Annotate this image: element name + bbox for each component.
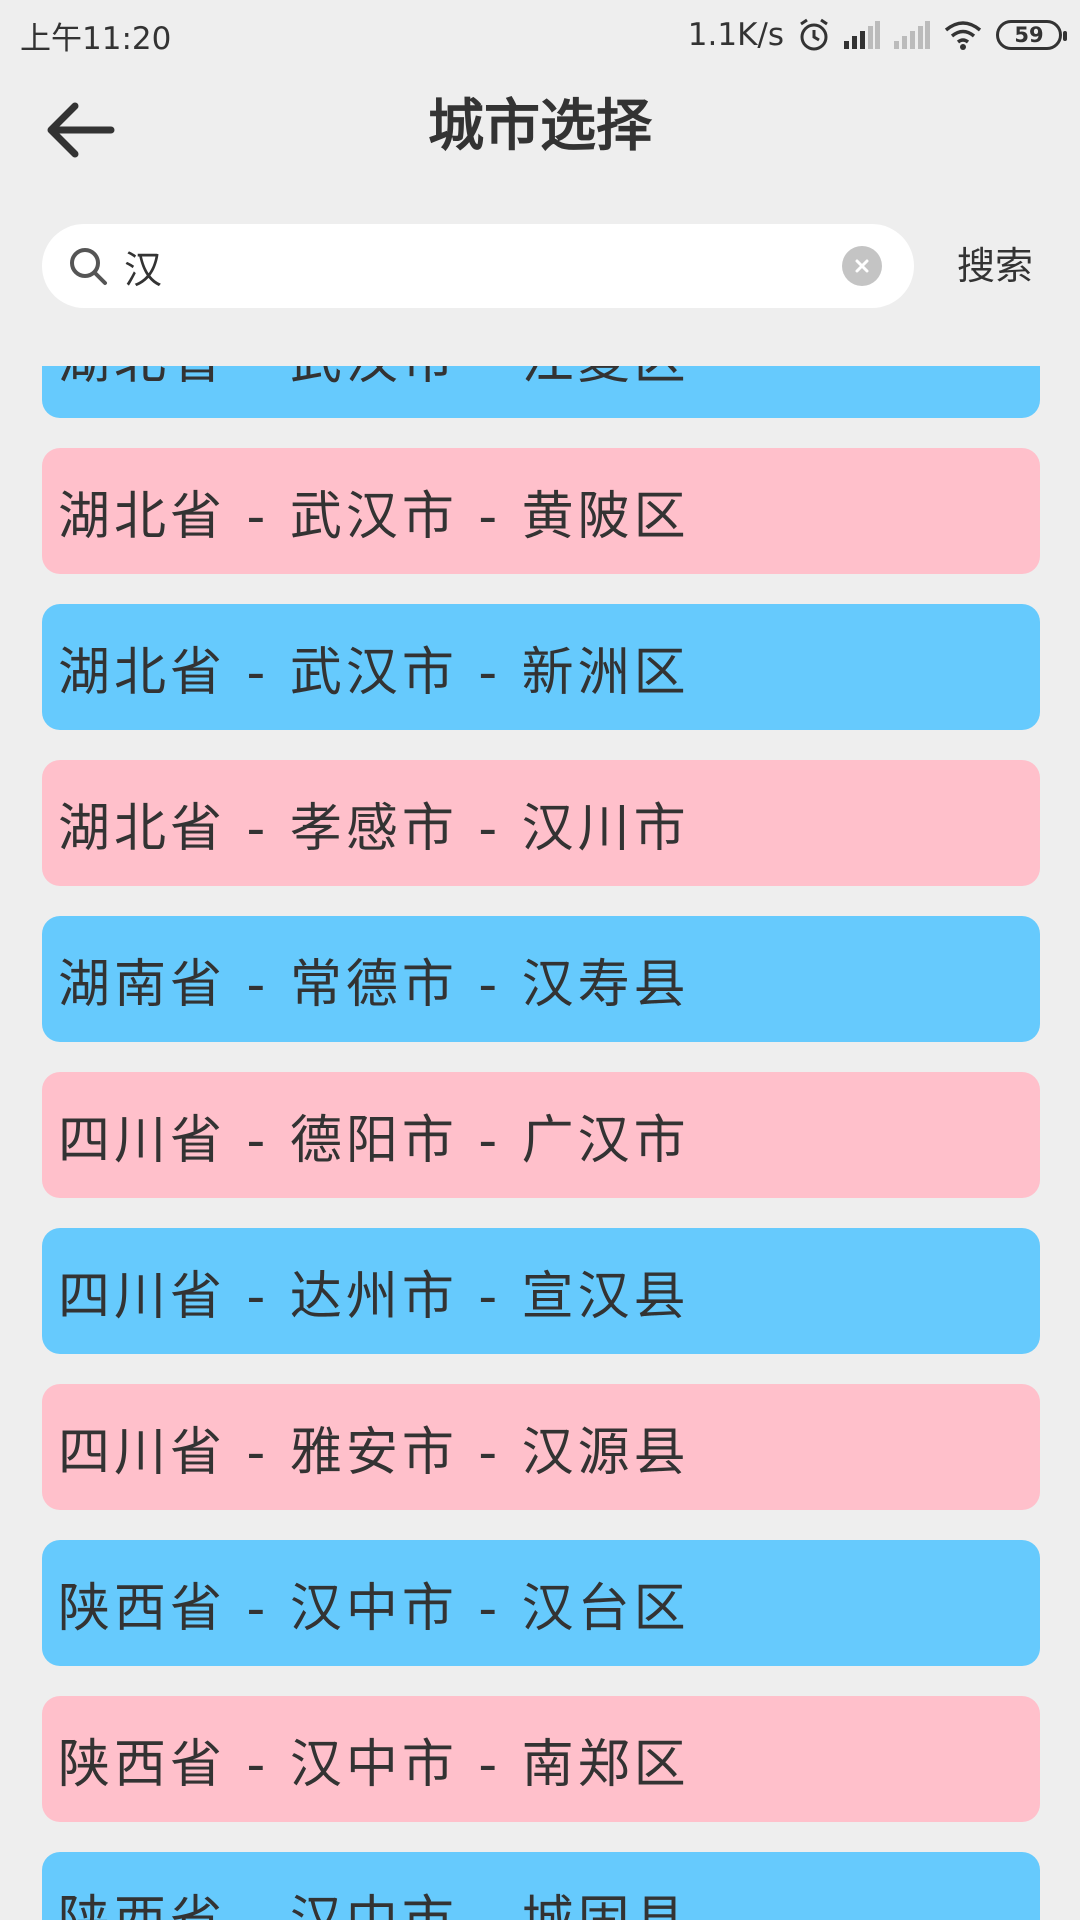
search-box[interactable] — [42, 224, 914, 308]
list-item[interactable]: 四川省 - 达州市 - 宣汉县 — [42, 1228, 1040, 1354]
net-speed: 1.1K/s — [687, 17, 784, 53]
alarm-icon — [798, 18, 830, 52]
list-item[interactable]: 湖北省 - 武汉市 - 新洲区 — [42, 604, 1040, 730]
close-icon — [855, 259, 869, 273]
list-item[interactable]: 湖南省 - 常德市 - 汉寿县 — [42, 916, 1040, 1042]
list-item[interactable]: 四川省 - 雅安市 - 汉源县 — [42, 1384, 1040, 1510]
list-item[interactable]: 陕西省 - 汉中市 - 城固县 — [42, 1852, 1040, 1920]
battery-icon: 59 — [996, 20, 1067, 50]
status-icons: 1.1K/s 59 — [687, 17, 1067, 53]
city-list[interactable]: 湖北省 - 武汉市 - 江夏区湖北省 - 武汉市 - 黄陂区湖北省 - 武汉市 … — [0, 366, 1080, 1920]
status-time: 上午11:20 — [20, 20, 172, 57]
list-item[interactable]: 湖北省 - 武汉市 - 黄陂区 — [42, 448, 1040, 574]
wifi-icon — [944, 20, 982, 50]
signal-icon — [844, 21, 880, 49]
list-item[interactable]: 湖北省 - 孝感市 - 汉川市 — [42, 760, 1040, 886]
list-item[interactable]: 陕西省 - 汉中市 - 南郑区 — [42, 1696, 1040, 1822]
arrow-left-icon — [47, 102, 115, 158]
page-title: 城市选择 — [428, 94, 652, 159]
search-bar: 搜索 — [0, 224, 1080, 308]
signal-icon — [894, 21, 930, 49]
list-item[interactable]: 陕西省 - 汉中市 - 汉台区 — [42, 1540, 1040, 1666]
list-item[interactable]: 四川省 - 德阳市 - 广汉市 — [42, 1072, 1040, 1198]
title-bar: 城市选择 — [0, 70, 1080, 184]
search-input[interactable] — [124, 236, 804, 296]
clear-button[interactable] — [842, 246, 882, 286]
search-icon — [70, 248, 107, 285]
list-item[interactable]: 湖北省 - 武汉市 - 江夏区 — [42, 366, 1040, 418]
search-button[interactable]: 搜索 — [930, 224, 1060, 308]
status-bar: 上午11:20 1.1K/s 59 — [0, 0, 1080, 70]
back-button[interactable] — [40, 90, 120, 170]
